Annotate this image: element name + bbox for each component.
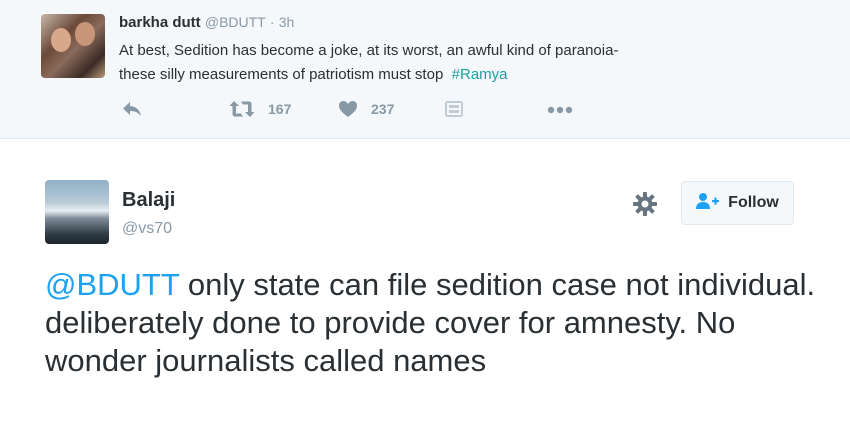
reply-button[interactable] — [121, 100, 143, 118]
reply-icon — [121, 100, 143, 118]
separator-dot: · — [269, 14, 275, 30]
retweet-icon — [229, 100, 255, 118]
avatar-face — [51, 28, 71, 52]
quoted-tweet-time[interactable]: 3h — [279, 14, 295, 30]
heart-icon — [338, 100, 358, 118]
mention-link[interactable]: @BDUTT — [45, 267, 179, 302]
settings-button[interactable] — [632, 191, 658, 217]
retweet-button[interactable]: 167 — [229, 100, 291, 118]
tweet-text: @BDUTT only state can file sedition case… — [45, 266, 825, 380]
barkha-dutt-avatar[interactable] — [41, 14, 105, 78]
like-count: 237 — [371, 101, 395, 117]
quoted-tweet-header: barkha dutt @BDUTT · 3h — [119, 13, 294, 32]
media-icon — [445, 100, 463, 118]
balaji-avatar[interactable] — [45, 180, 109, 244]
follow-label: Follow — [728, 194, 779, 211]
hashtag-link[interactable]: #Ramya — [452, 66, 508, 83]
follow-user-icon — [696, 192, 720, 215]
more-dots-icon — [547, 100, 575, 118]
quoted-tweet[interactable]: barkha dutt @BDUTT · 3h At best, Seditio… — [0, 0, 850, 139]
more-button[interactable] — [547, 100, 575, 118]
follow-button[interactable]: Follow — [681, 181, 794, 225]
quoted-tweet-actions: 167 237 — [0, 100, 850, 122]
retweet-count: 167 — [268, 101, 292, 117]
quoted-tweet-text: At best, Sedition has become a joke, at … — [119, 39, 819, 87]
media-button[interactable] — [445, 100, 463, 118]
quoted-text-line1: At best, Sedition has become a joke, at … — [119, 42, 619, 59]
gear-icon — [632, 192, 658, 221]
like-button[interactable]: 237 — [338, 100, 394, 118]
author-handle[interactable]: @vs70 — [122, 219, 172, 239]
quoted-author-handle[interactable]: @BDUTT — [205, 14, 266, 30]
avatar-face — [75, 22, 95, 46]
author-name[interactable]: Balaji — [122, 188, 175, 212]
quoted-author-name[interactable]: barkha dutt — [119, 14, 201, 31]
quoted-text-line2: these silly measurements of patriotism m… — [119, 66, 444, 83]
